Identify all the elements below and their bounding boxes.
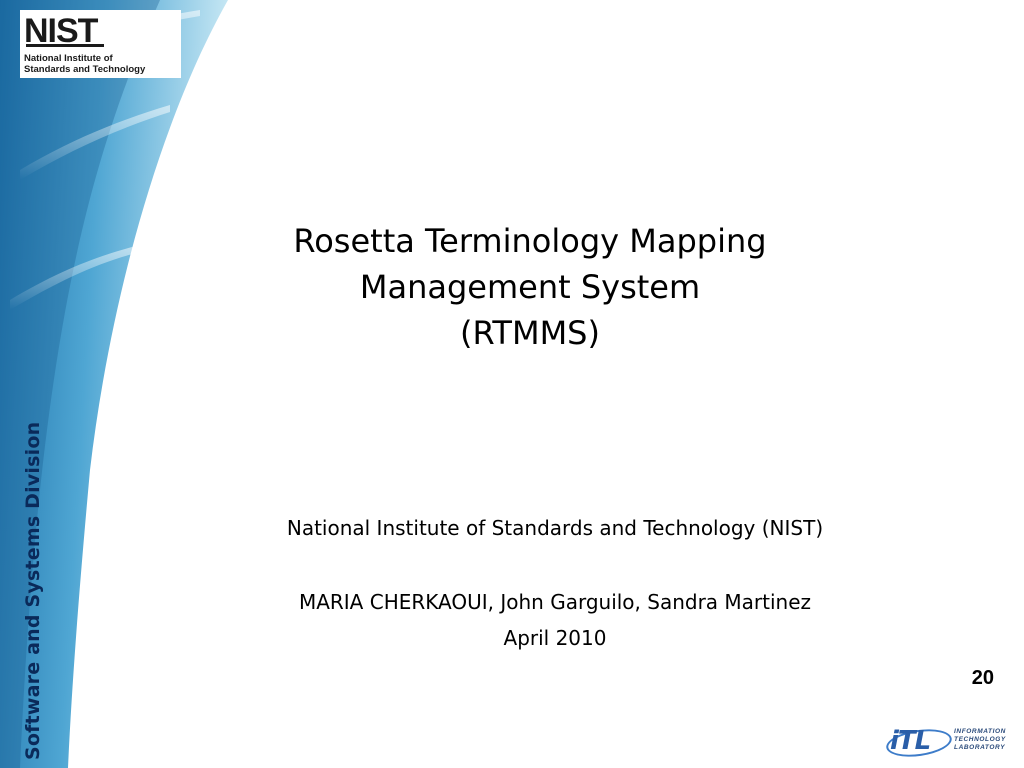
page-number: 20	[971, 667, 994, 689]
presentation-date: April 2010	[503, 626, 607, 650]
title-line-1: Rosetta Terminology Mapping	[293, 222, 767, 260]
itl-logo-mark: iTL	[890, 726, 931, 756]
organization-name: National Institute of Standards and Tech…	[286, 516, 824, 540]
nist-logo-mark: NIST	[24, 12, 105, 50]
title-line-3: (RTMMS)	[460, 314, 600, 352]
division-label: Software and Systems Division	[22, 421, 44, 760]
author-list: MARIA CHERKAOUI, John Garguilo, Sandra M…	[298, 590, 812, 614]
slide-title: Rosetta Terminology Mapping Management S…	[250, 218, 810, 356]
nist-logo: NIST National Institute of Standards and…	[20, 10, 181, 78]
slide: NIST National Institute of Standards and…	[0, 0, 1024, 768]
title-line-2: Management System	[359, 268, 701, 306]
itl-logo-text: INFORMATION TECHNOLOGY LABORATORY	[954, 728, 1006, 751]
itl-logo: iTL INFORMATION TECHNOLOGY LABORATORY	[884, 720, 1011, 761]
nist-logo-name: National Institute of Standards and Tech…	[24, 53, 146, 75]
